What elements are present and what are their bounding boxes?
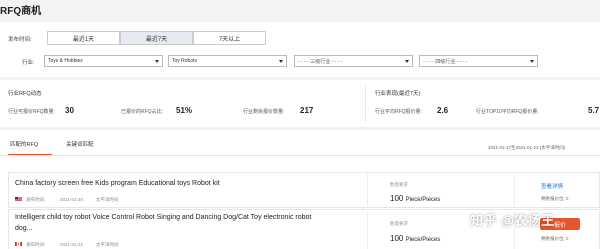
qty-unit: Piece/Pieces	[405, 237, 441, 243]
tab-matched-rfq[interactable]: 匹配的RFQ	[10, 140, 38, 148]
date-range: 2021-01-17至2021-01-23 (太平洋时间)	[488, 145, 566, 150]
posted-timezone: 太平洋时间	[96, 197, 119, 202]
remaining-count-label: 行业剩余报价数量:	[243, 109, 285, 115]
industry-filter-label: 行业:	[22, 60, 35, 66]
avg-quote-value: 2.6	[437, 106, 449, 115]
rfq-dynamics-title: 行业RFQ动态	[8, 91, 42, 97]
posted-label: 发布时间:	[26, 242, 46, 247]
qty-number: 100	[390, 234, 404, 243]
ca-flag-icon	[15, 242, 22, 246]
page-title: RFQ商机	[0, 6, 42, 17]
qty-value: 100 Piece/Pieces	[390, 194, 440, 203]
tab-keyword-match[interactable]: 关键词匹配	[66, 140, 94, 148]
industry-level4-select[interactable]: - - - - 四级行业 - - - -	[419, 55, 538, 67]
tab-over-7-days[interactable]: 7天以上	[193, 31, 266, 45]
tab-last-7-days[interactable]: 最近7天	[120, 31, 193, 45]
qty-label: 数量要求	[390, 221, 408, 226]
chevron-down-icon	[405, 60, 409, 63]
row-col-divider	[367, 174, 368, 206]
posted-date: 2021-01-20	[60, 197, 84, 202]
remaining-slots-value: 5	[566, 236, 569, 241]
remaining-slots: 剩余报价位: 5	[541, 196, 569, 202]
industry-level3-select[interactable]: - - - - 三级行业 - - - -	[294, 55, 413, 67]
stats-divider	[365, 86, 366, 122]
chevron-down-icon	[279, 60, 283, 63]
quotable-count-value: 30	[65, 106, 74, 115]
tab-last-1-day[interactable]: 最近1天	[47, 31, 120, 45]
tab-divider	[0, 155, 600, 156]
watermark: 知乎 @农扬王	[470, 213, 555, 228]
qty-value: 100 Piece/Pieces	[390, 234, 440, 243]
remaining-slots: 剩余报价位: 5	[541, 236, 569, 242]
top10-quote-label: 行业TOP10平均RFQ报价量:	[476, 109, 539, 115]
remaining-slots-value: 5	[566, 196, 569, 201]
industry-level1-value: Toys & Hobbies	[48, 58, 83, 64]
top10-quote-value: 5.7	[588, 106, 600, 115]
view-details-link[interactable]: 查看详情	[541, 182, 563, 190]
industry-level2-select[interactable]: Toy Robots	[168, 55, 287, 67]
industry-perf-title: 行业表现(最近7天)	[375, 91, 421, 97]
industry-level3-value: - - - - 三级行业 - - - -	[298, 58, 343, 65]
qty-unit: Piece/Pieces	[405, 197, 441, 203]
qty-number: 100	[390, 194, 404, 203]
quoted-pct-value: 51%	[176, 106, 193, 115]
remaining-slots-label: 剩余报价位:	[541, 236, 565, 241]
posted-label: 发布时间:	[26, 197, 46, 202]
rfq-title-continued[interactable]: dog...	[15, 225, 33, 232]
stats-panel	[0, 80, 600, 127]
industry-level1-select[interactable]: Toys & Hobbies	[44, 55, 163, 67]
header-bar: RFQ商机	[0, 0, 600, 20]
chevron-down-icon	[530, 60, 534, 63]
remaining-slots-label: 剩余报价位:	[541, 196, 565, 201]
remaining-count-value: 217	[300, 106, 314, 115]
rfq-title[interactable]: Intelligent child toy robot Voice Contro…	[15, 214, 311, 221]
quotable-count-label: 行业可报价RFQ数量:	[8, 109, 55, 115]
industry-level2-value: Toy Robots	[172, 58, 198, 64]
posted-date: 2021-01-21	[60, 242, 84, 247]
posted-timezone: 太平洋时间	[96, 242, 119, 247]
time-filter-label: 发布时间:	[8, 37, 32, 43]
rfq-title[interactable]: China factory screen free Kids program E…	[15, 180, 220, 187]
us-flag-icon	[15, 197, 22, 201]
quoted-pct-label: 已报价的RFQ占比:	[121, 109, 163, 115]
industry-level4-value: - - - - 四级行业 - - - -	[423, 58, 468, 65]
row-col-divider	[367, 211, 368, 249]
chevron-down-icon	[155, 60, 159, 63]
row-col-divider	[514, 174, 515, 206]
avg-quote-label: 行业平均RFQ报价量:	[375, 109, 422, 115]
qty-label: 数量要求	[390, 182, 408, 187]
